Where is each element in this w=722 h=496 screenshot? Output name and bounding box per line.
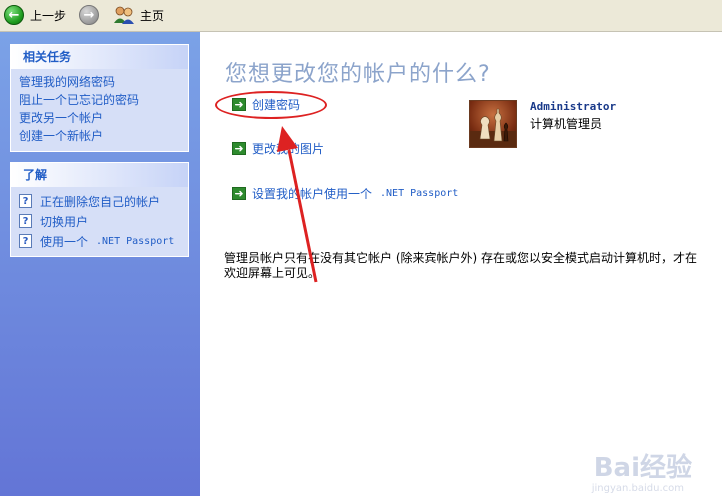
create-password-link[interactable]: ➜ 创建密码 bbox=[232, 96, 300, 113]
task-prevent-forgotten-password[interactable]: 阻止一个已忘记的密码 bbox=[19, 91, 188, 109]
back-label: 上一步 bbox=[30, 8, 67, 23]
learn-item-label-suffix: .NET Passport bbox=[96, 235, 175, 247]
green-arrow-icon: ➜ bbox=[232, 142, 246, 155]
learn-deleting-own-account[interactable]: ? 正在删除您自己的帐户 bbox=[19, 191, 188, 211]
help-question-icon: ? bbox=[19, 214, 32, 228]
help-question-icon: ? bbox=[19, 194, 32, 208]
learn-using-net-passport[interactable]: ? 使用一个 .NET Passport bbox=[19, 231, 188, 251]
forward-button[interactable]: → bbox=[79, 4, 99, 26]
learn-item-label: 正在删除您自己的帐户 bbox=[40, 194, 161, 209]
administrator-note: 管理员帐户只有在没有其它帐户 (除来宾帐户外) 存在或您以安全模式启动计算机时，… bbox=[224, 251, 697, 280]
back-arrow-icon: ← bbox=[4, 5, 24, 25]
related-tasks-title: 相关任务 bbox=[11, 45, 188, 69]
action-label-prefix: 设置我的帐户使用一个 bbox=[252, 187, 373, 201]
task-manage-network-passwords[interactable]: 管理我的网络密码 bbox=[19, 73, 188, 91]
action-label-suffix: .NET Passport bbox=[380, 188, 459, 199]
watermark-url: jingyan.baidu.com bbox=[591, 483, 684, 494]
action-label: 创建密码 bbox=[252, 98, 301, 112]
users-home-icon bbox=[113, 5, 135, 25]
home-button[interactable]: 主页 bbox=[113, 4, 164, 26]
chess-pieces-icon bbox=[470, 108, 516, 147]
learn-about-title: 了解 bbox=[11, 163, 188, 187]
task-sidebar: 相关任务 管理我的网络密码 阻止一个已忘记的密码 更改另一个帐户 创建一个新帐户… bbox=[0, 32, 200, 496]
green-arrow-icon: ➜ bbox=[232, 98, 246, 111]
account-picture[interactable] bbox=[469, 100, 517, 148]
task-change-another-account[interactable]: 更改另一个帐户 bbox=[19, 109, 188, 127]
page-title: 您想更改您的帐户的什么? bbox=[225, 62, 491, 87]
change-picture-link[interactable]: ➜ 更改我的图片 bbox=[232, 140, 324, 157]
home-label: 主页 bbox=[140, 8, 165, 23]
task-create-new-account[interactable]: 创建一个新帐户 bbox=[19, 127, 188, 145]
forward-arrow-icon: → bbox=[79, 5, 99, 25]
learn-item-label: 切换用户 bbox=[40, 214, 89, 229]
set-up-net-passport-link[interactable]: ➜ 设置我的帐户使用一个 .NET Passport bbox=[232, 185, 458, 202]
related-tasks-panel: 相关任务 管理我的网络密码 阻止一个已忘记的密码 更改另一个帐户 创建一个新帐户 bbox=[10, 44, 189, 152]
learn-switching-users[interactable]: ? 切换用户 bbox=[19, 211, 188, 231]
back-button[interactable]: ← 上一步 bbox=[4, 4, 66, 26]
main-content: 您想更改您的帐户的什么? ➜ 创建密码 ➜ 更改我的图片 ➜ 设置我的帐户使用一… bbox=[200, 32, 722, 496]
learn-about-panel: 了解 ? 正在删除您自己的帐户 ? 切换用户 ? 使用一个 .NET Passp… bbox=[10, 162, 189, 257]
green-arrow-icon: ➜ bbox=[232, 187, 246, 200]
action-label: 更改我的图片 bbox=[252, 142, 325, 156]
watermark-logo: Bai经验 bbox=[593, 453, 692, 483]
account-type: 计算机管理员 bbox=[530, 117, 603, 131]
learn-item-label-prefix: 使用一个 bbox=[40, 234, 89, 249]
help-question-icon: ? bbox=[19, 234, 32, 248]
account-name: Administrator bbox=[530, 100, 617, 113]
navigation-toolbar: ← 上一步 → 主页 bbox=[0, 0, 722, 32]
